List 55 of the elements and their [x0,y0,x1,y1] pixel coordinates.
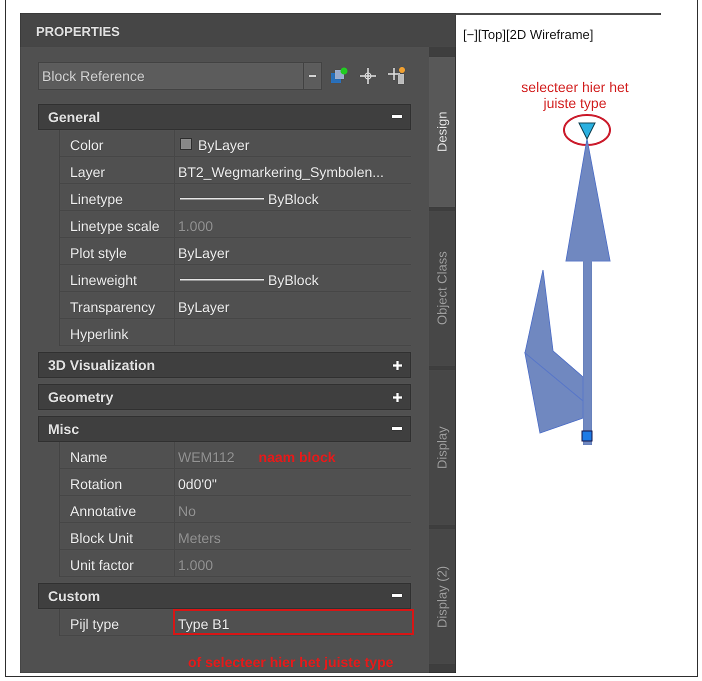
collapse-icon [392,594,402,598]
property-value: BT2_Wegmarkering_Symbolen... [178,163,384,182]
property-label: Linetype [60,184,175,210]
collapse-icon [392,115,402,119]
annotation-text: of selecteer hier het juiste type [188,653,394,672]
pickadd-icon[interactable] [388,66,406,86]
property-label: Transparency [60,292,175,318]
section-title: 3D Visualization [48,356,156,374]
line-sample-icon [180,278,264,282]
quick-select-icon[interactable] [330,67,348,85]
panel-title: PROPERTIES [20,13,456,47]
property-label: Linetype scale [60,211,175,237]
expand-icon [393,360,402,370]
property-label: Rotation [60,469,175,495]
section-header[interactable]: Misc [38,416,411,442]
object-type-dropdown[interactable]: Block Reference [38,62,322,90]
property-label: Color [60,130,175,156]
section-title: Geometry [48,388,114,407]
property-label: Hyperlink [60,319,175,345]
section-header[interactable]: Geometry [38,384,411,410]
annotation-text: naam block [258,448,336,467]
property-value: ByBlock [268,190,319,209]
crosshair-icon[interactable] [360,68,376,84]
section-title: Misc [48,420,80,438]
collapse-icon [392,427,402,431]
property-label: Layer [60,157,175,183]
line-sample-icon [180,197,264,201]
property-value: ByBlock [268,271,319,290]
viewport-label[interactable]: [−][Top][2D Wireframe] [463,25,594,44]
property-label: Block Unit [60,523,175,549]
section-title: Custom [48,586,100,606]
property-value: 1.000 [178,556,214,575]
annotation-text: selecteer hier het juiste type [520,78,630,111]
property-value: WEM112 [178,448,235,467]
property-label: Annotative [60,496,175,522]
property-value: No [178,502,196,521]
section-title: General [48,108,100,126]
property-value: 1.000 [178,217,214,236]
property-label: Name [60,442,175,468]
side-tab[interactable]: Design [429,57,455,207]
section-header[interactable]: Custom [38,583,411,609]
color-swatch-icon [180,138,192,150]
expand-icon [393,392,402,402]
property-label: Plot style [60,238,175,264]
property-value: ByLayer [178,298,230,317]
property-value: 0d0'0" [178,475,217,494]
property-field[interactable]: Type B1 [173,609,414,635]
property-value: ByLayer [178,244,230,263]
property-label: Unit factor [60,550,175,576]
property-label: Pijl type [60,609,175,635]
property-value: ByLayer [198,136,250,155]
section-header[interactable]: 3D Visualization [38,352,411,378]
property-value: Meters [178,529,221,548]
property-label: Lineweight [60,265,175,291]
section-header[interactable]: General [38,104,411,130]
